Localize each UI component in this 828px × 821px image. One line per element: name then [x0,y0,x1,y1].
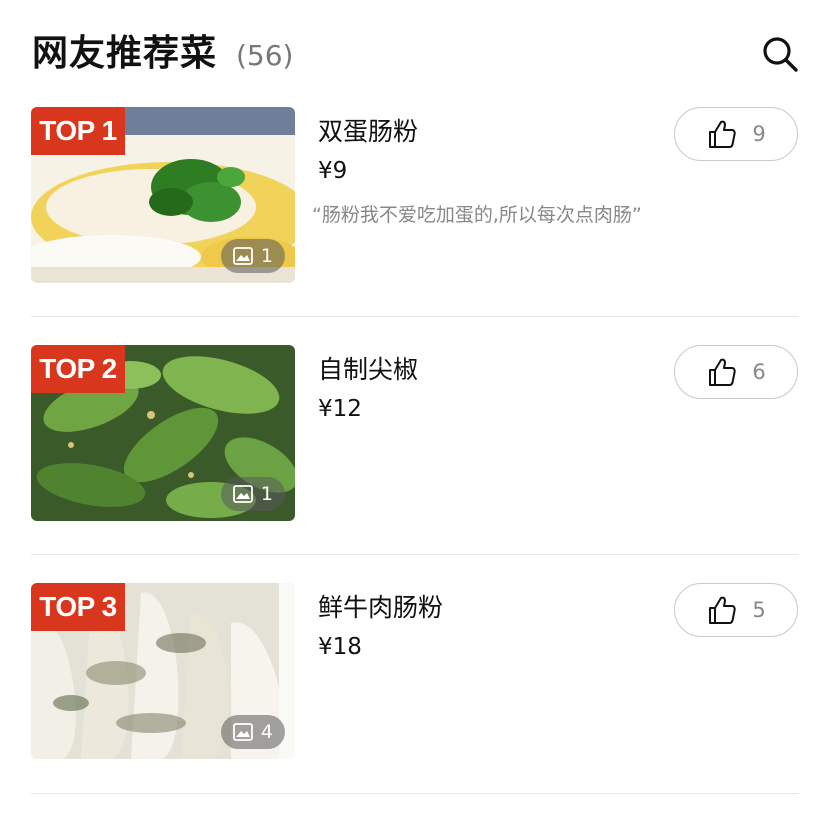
divider [31,554,799,555]
search-icon[interactable] [760,34,800,74]
dish-photo[interactable]: TOP 3 4 [31,583,295,759]
divider [31,316,799,317]
header: 网友推荐菜 (56) [0,0,828,100]
dish-name: 自制尖椒 [318,355,419,384]
divider [31,793,799,794]
rank-badge: TOP 1 [31,107,125,155]
like-count: 6 [752,360,766,384]
like-count: 5 [752,598,766,622]
image-count: 4 [260,721,273,743]
dish-name: 鲜牛肉肠粉 [318,593,444,622]
rank-badge: TOP 3 [31,583,125,631]
dish-price: ¥12 [318,396,362,422]
like-button[interactable]: 9 [674,107,798,161]
thumbs-up-icon [709,358,736,386]
thumbs-up-icon [709,120,736,148]
dish-name: 双蛋肠粉 [318,117,419,146]
like-count: 9 [752,122,766,146]
thumbs-up-icon [709,596,736,624]
like-button[interactable]: 5 [674,583,798,637]
like-button[interactable]: 6 [674,345,798,399]
image-count-badge: 4 [220,715,285,749]
image-count: 1 [260,483,273,505]
dish-item[interactable]: TOP 2 1 自制尖椒 ¥12 6 [0,345,828,583]
dish-count: (56) [236,39,294,72]
dish-photo[interactable]: TOP 2 1 [31,345,295,521]
image-count-badge: 1 [220,239,285,273]
image-count: 1 [260,245,273,267]
image-icon [233,485,253,503]
dish-review-quote: “肠粉我不爱吃加蛋的,所以每次点肉肠” [312,204,642,226]
dish-price: ¥9 [318,158,348,184]
image-count-badge: 1 [220,477,285,511]
dish-photo[interactable]: TOP 1 1 [31,107,295,283]
dish-item[interactable]: TOP 1 1 双蛋肠粉 ¥9 “肠粉我不爱吃加蛋的,所以每次点肉肠” 9 [0,107,828,345]
page-title: 网友推荐菜 [32,33,218,74]
image-icon [233,247,253,265]
rank-badge: TOP 2 [31,345,125,393]
dish-item[interactable]: TOP 3 4 鲜牛肉肠粉 ¥18 5 [0,583,828,821]
image-icon [233,723,253,741]
dish-price: ¥18 [318,634,362,660]
